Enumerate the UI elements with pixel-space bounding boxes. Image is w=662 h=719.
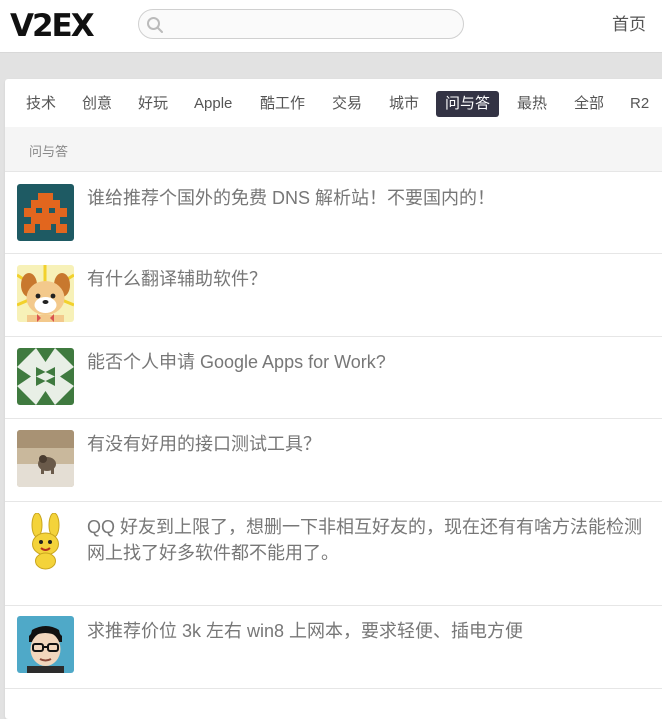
pixel-invader-avatar[interactable] [17,184,74,241]
search-box[interactable] [138,9,464,39]
search-input[interactable] [169,13,461,37]
topic-title[interactable]: 有没有好用的接口测试工具？ [87,431,662,457]
topic-title[interactable]: 谁给推荐个国外的免费 DNS 解析站！不要国内的！ [87,185,662,211]
topic-title[interactable]: 有什么翻译辅助软件？ [87,266,662,292]
tab-tech[interactable]: 技术 [17,91,65,117]
tab-qna[interactable]: 问与答 [436,91,500,117]
topic-row: QQ 好友到上限了，想删一下非相互好友的，现在还有有啥方法能检测 网上找了好多软… [5,502,662,606]
topic-row: 求推荐价位 3k 左右 win8 上网本，要求轻便、插电方便 [5,606,662,689]
dog-photo-avatar[interactable] [17,430,74,487]
topic-row: 谁给推荐个国外的免费 DNS 解析站！不要国内的！ [5,172,662,254]
tab-r2[interactable]: R2 [621,91,658,117]
topic-row: 有什么翻译辅助软件？ [5,254,662,337]
top-bar: V2EX 首页 [0,0,662,53]
topic-title[interactable]: 求推荐价位 3k 左右 win8 上网本，要求轻便、插电方便 [87,618,662,644]
tab-play[interactable]: 好玩 [129,91,177,117]
tab-creative[interactable]: 创意 [73,91,121,117]
tab-deals[interactable]: 交易 [323,91,371,117]
glasses-man-avatar[interactable] [17,616,74,673]
topic-title[interactable]: 能否个人申请 Google Apps for Work? [87,349,662,375]
home-link[interactable]: 首页 [612,14,646,36]
main-card: 技术 创意 好玩 Apple 酷工作 交易 城市 问与答 最热 全部 R2 问与… [5,79,662,719]
node-header: 问与答 [5,127,662,172]
tab-city[interactable]: 城市 [380,91,428,117]
tab-all[interactable]: 全部 [565,91,613,117]
topic-row: 能否个人申请 Google Apps for Work? [5,337,662,419]
geometric-pattern-avatar[interactable] [17,348,74,405]
tab-jobs[interactable]: 酷工作 [251,91,314,117]
search-icon [147,17,163,33]
yellow-bunny-avatar[interactable] [17,513,74,570]
topic-row: 有没有好用的接口测试工具？ [5,419,662,502]
site-logo[interactable]: V2EX [10,7,95,45]
topic-title[interactable]: QQ 好友到上限了，想删一下非相互好友的，现在还有有啥方法能检测 网上找了好多软… [87,514,662,566]
node-title: 问与答 [29,144,69,159]
cartoon-dog-avatar[interactable] [17,265,74,322]
tab-hot[interactable]: 最热 [508,91,556,117]
tab-apple[interactable]: Apple [185,91,241,117]
tab-bar: 技术 创意 好玩 Apple 酷工作 交易 城市 问与答 最热 全部 R2 [5,79,662,127]
